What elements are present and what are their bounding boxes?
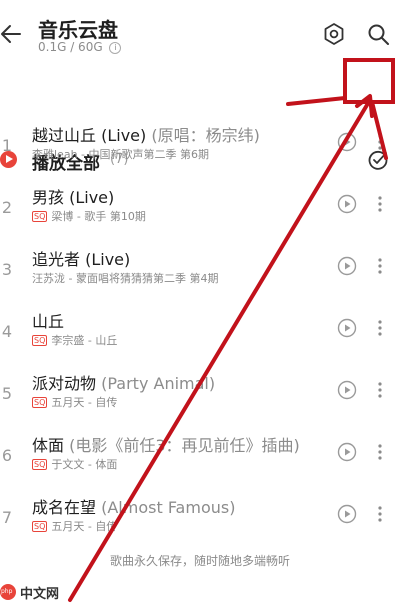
song-title-text: 山丘 [32,312,65,331]
song-title-text: 体面 [32,436,65,455]
song-meta: SQ 五月天 - 自传 [32,518,117,534]
sq-badge: SQ [32,397,48,408]
sq-badge: SQ [32,521,48,532]
search-icon[interactable] [366,22,390,46]
more-options-icon[interactable] [376,194,384,214]
song-title: 越过山丘 (Live) (原唱：杨宗纬) [32,122,260,146]
sq-badge: SQ [32,211,48,222]
song-meta: 李雅leah - 中国新歌声第二季 第6期 [32,146,209,162]
play-song-icon[interactable] [337,442,357,462]
song-title: 派对动物 (Party Animal) [32,370,215,394]
song-meta-text: 李宗盛 - 山丘 [51,334,118,347]
song-index: 6 [1,446,13,465]
play-song-icon[interactable] [337,194,357,214]
song-row[interactable]: 5 派对动物 (Party Animal) SQ 五月天 - 自传 [0,370,400,432]
song-title-text: 追光者 (Live) [32,250,131,269]
song-row[interactable]: 4 山丘 SQ 李宗盛 - 山丘 [0,308,400,370]
more-options-icon[interactable] [376,380,384,400]
song-title-text: 派对动物 [32,374,97,393]
song-row[interactable]: 3 追光者 (Live) 汪苏泷 - 蒙面唱将猜猜猜第二季 第4期 [0,246,400,308]
song-meta: SQ 李宗盛 - 山丘 [32,332,117,348]
watermark-logo-icon [0,584,16,600]
song-meta-text: 梁博 - 歌手 第10期 [51,210,146,223]
song-meta-text: 汪苏泷 - 蒙面唱将猜猜猜第二季 第4期 [32,272,219,285]
play-song-icon[interactable] [337,318,357,338]
song-title-text: 成名在望 [32,498,97,517]
song-index: 1 [1,136,13,155]
song-title: 男孩 (Live) [32,184,114,208]
song-meta-text: 李雅leah - 中国新歌声第二季 第6期 [32,148,209,161]
storage-usage: 0.1G / 60G i [38,40,122,54]
song-index: 7 [1,508,13,527]
song-row[interactable]: 1 越过山丘 (Live) (原唱：杨宗纬) 李雅leah - 中国新歌声第二季 第… [0,122,400,184]
song-title: 成名在望 (Almost Famous) [32,494,235,518]
song-meta: SQ 于文文 - 体面 [32,456,117,472]
song-meta-text: 五月天 - 自传 [51,396,118,409]
song-index: 3 [1,260,13,279]
song-index: 4 [1,322,13,341]
sq-badge: SQ [32,459,48,470]
song-meta-text: 于文文 - 体面 [51,458,118,471]
song-title: 体面 (电影《前任3：再见前任》插曲) [32,432,300,456]
song-title-extra: (电影《前任3：再见前任》插曲) [69,436,300,455]
song-row[interactable]: 7 成名在望 (Almost Famous) SQ 五月天 - 自传 [0,494,400,556]
play-song-icon[interactable] [337,256,357,276]
more-options-icon[interactable] [376,504,384,524]
song-row[interactable]: 6 体面 (电影《前任3：再见前任》插曲) SQ 于文文 - 体面 [0,432,400,494]
song-title-text: 男孩 (Live) [32,188,115,207]
more-options-icon[interactable] [376,442,384,462]
song-meta-text: 五月天 - 自传 [51,520,118,533]
song-title-extra: (原唱：杨宗纬) [151,126,260,145]
song-meta: SQ 五月天 - 自传 [32,394,117,410]
song-index: 5 [1,384,13,403]
song-meta: 汪苏泷 - 蒙面唱将猜猜猜第二季 第4期 [32,270,218,286]
song-meta: SQ 梁博 - 歌手 第10期 [32,208,146,224]
play-song-icon[interactable] [337,132,357,152]
song-title: 山丘 [32,308,64,332]
song-title-extra: (Party Animal) [101,374,216,393]
sq-badge: SQ [32,335,48,346]
song-row[interactable]: 2 男孩 (Live) SQ 梁博 - 歌手 第10期 [0,184,400,246]
top-bar: 音乐云盘 0.1G / 60G i [0,0,400,64]
more-options-icon[interactable] [376,256,384,276]
song-index: 2 [1,198,13,217]
settings-icon[interactable] [322,22,346,46]
page-title: 音乐云盘 [38,18,118,42]
play-song-icon[interactable] [337,380,357,400]
back-arrow-icon[interactable] [0,22,24,46]
song-title: 追光者 (Live) [32,246,130,270]
footer-note: 歌曲永久保存，随时随地多端畅听 [109,554,290,568]
more-options-icon[interactable] [376,318,384,338]
play-song-icon[interactable] [337,504,357,524]
more-options-icon[interactable] [376,132,384,152]
watermark-text: 中文网 [20,587,60,602]
info-icon[interactable]: i [109,42,122,54]
song-title-text: 越过山丘 (Live) [32,126,147,145]
song-title-extra: (Almost Famous) [101,498,236,517]
play-all-row[interactable]: 播放全部 (7) [0,72,400,174]
storage-usage-text: 0.1G / 60G [38,40,103,54]
